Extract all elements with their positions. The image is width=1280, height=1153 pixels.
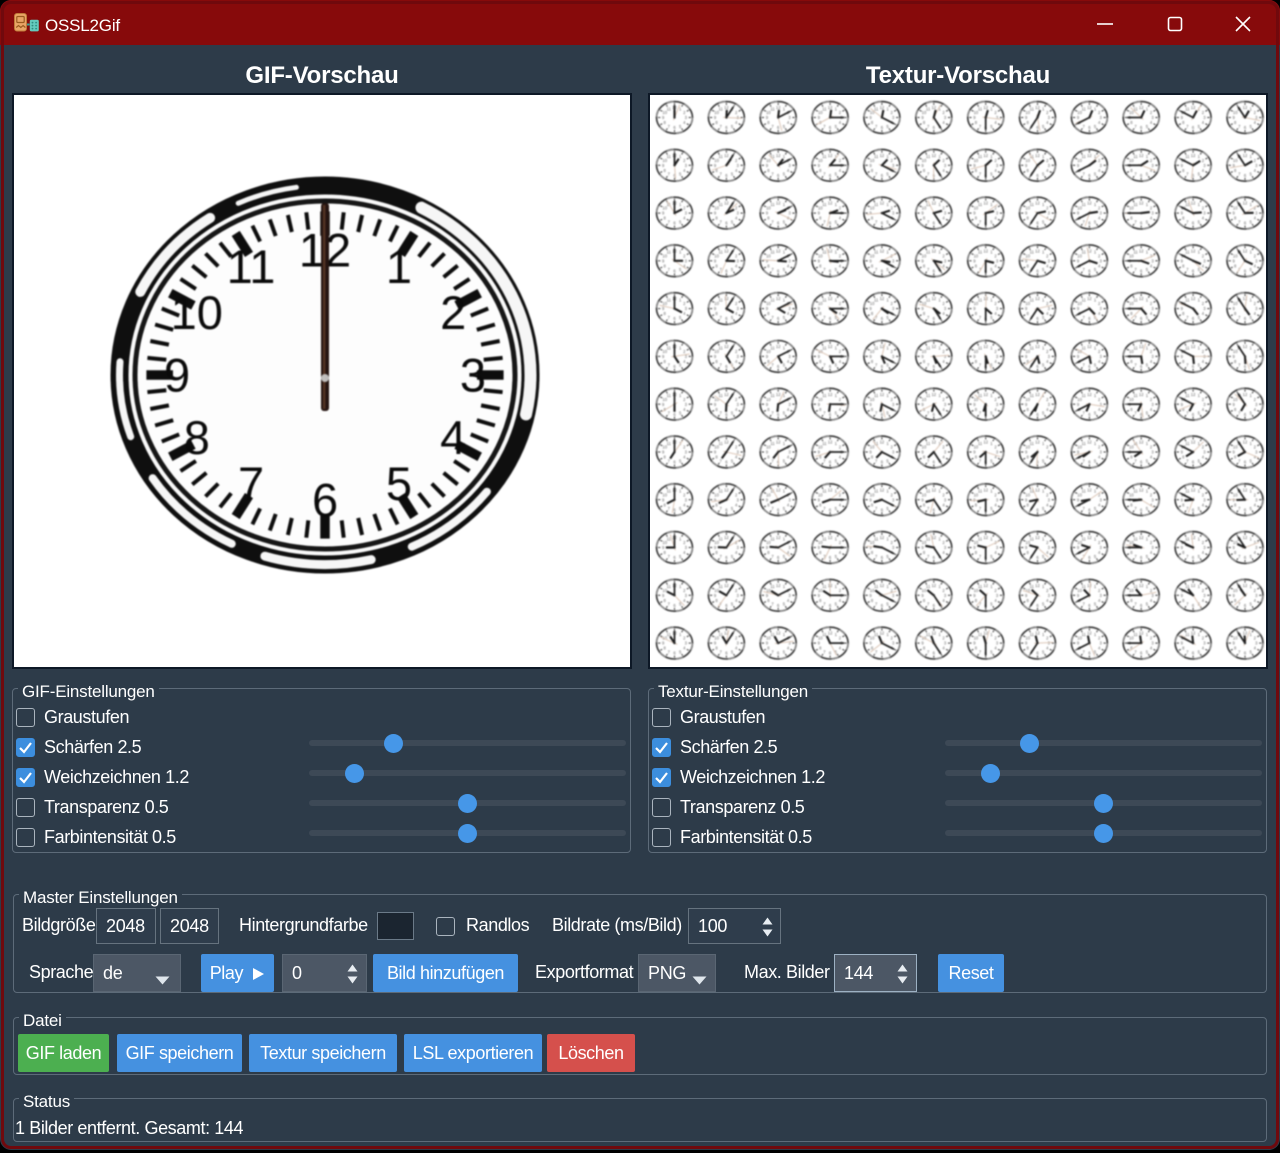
svg-text:4: 4 bbox=[440, 411, 466, 464]
svg-text:7: 7 bbox=[238, 457, 264, 510]
svg-text:1: 1 bbox=[386, 240, 412, 293]
svg-text:9: 9 bbox=[164, 349, 190, 402]
svg-text:3: 3 bbox=[460, 349, 486, 402]
svg-text:6: 6 bbox=[312, 474, 338, 527]
svg-text:5: 5 bbox=[386, 457, 412, 510]
svg-text:10: 10 bbox=[171, 286, 223, 339]
svg-text:8: 8 bbox=[184, 411, 210, 464]
svg-text:11: 11 bbox=[227, 240, 276, 293]
svg-text:2: 2 bbox=[440, 286, 466, 339]
